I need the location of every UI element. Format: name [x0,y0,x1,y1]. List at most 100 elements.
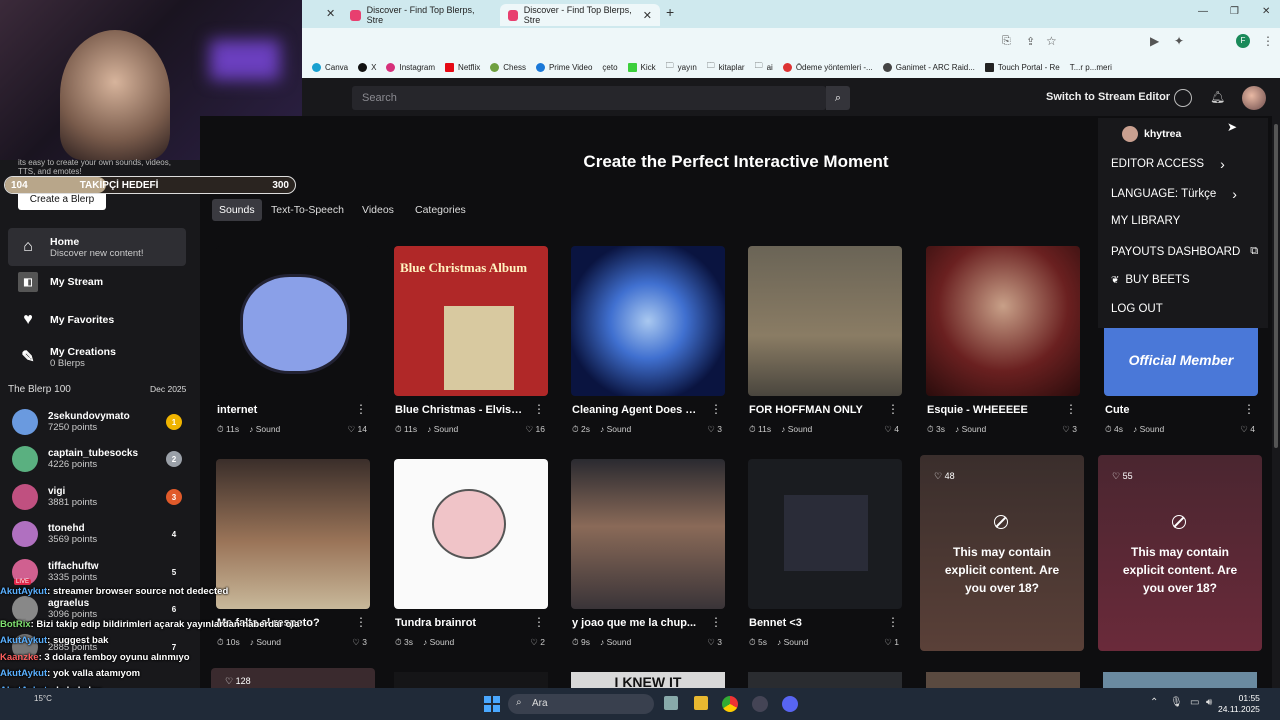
bookmark-netflix[interactable]: Netflix [445,62,480,72]
bookmark-odeme[interactable]: Ödeme yöntemleri -... [782,62,873,72]
card-thumbnail[interactable] [926,672,1080,688]
more-options-icon[interactable]: ⋮ [887,615,899,629]
tab-videos[interactable]: Videos [355,199,401,221]
sidebar-item-my-favorites[interactable]: ♥ My Favorites [8,301,186,339]
new-tab-button[interactable]: + [666,4,674,20]
menu-item-buy-beets[interactable]: ❦ BUY BEETS [1111,274,1190,286]
sidebar-item-my-creations[interactable]: ✎ My Creations 0 Blerps [8,338,186,376]
browser-menu-icon[interactable]: ⋮ [1262,34,1274,48]
more-options-icon[interactable]: ⋮ [1065,402,1077,416]
more-options-icon[interactable]: ⋮ [710,615,722,629]
tab-sounds[interactable]: Sounds [212,199,262,221]
card-thumbnail[interactable] [748,672,902,688]
share-icon[interactable]: ⇪ [1026,35,1035,48]
blerp-card[interactable]: Blue Christmas Album Blue Christmas - El… [389,242,549,438]
switch-to-stream-editor-button[interactable]: Switch to Stream Editor [1046,91,1170,103]
menu-item-log-out[interactable]: LOG OUT [1111,303,1163,315]
explicit-card[interactable]: ♡ 48 This may contain explicit content. … [920,455,1084,651]
more-options-icon[interactable]: ⋮ [533,615,545,629]
more-options-icon[interactable]: ⋮ [887,402,899,416]
close-tab-icon[interactable]: ✕ [643,9,652,22]
maximize-icon[interactable]: ❐ [1230,6,1239,17]
bookmark-ai[interactable]: 🗀 ai [755,60,773,74]
bookmark-ceto[interactable]: çeto [602,63,617,72]
card-thumbnail[interactable]: I KNEW IT [571,672,725,688]
search-input[interactable]: Search [352,86,826,110]
chrome-icon[interactable] [722,696,738,712]
weather-temp[interactable]: 15°C [34,694,52,703]
volume-icon[interactable] [1174,89,1192,107]
menu-item-my-library[interactable]: MY LIBRARY [1111,215,1180,227]
file-explorer-icon[interactable] [694,696,708,710]
chat-message: AkutAykut: suggest bak [0,635,109,646]
blerp-card[interactable]: FOR HOFFMAN ONLY ⋮ ⏱ 11s ♪ Sound ♡ 4 [743,242,903,438]
blerp-card[interactable]: Tundra brainrot ⋮ ⏱ 3s ♪ Sound ♡ 2 [389,455,549,651]
play-icon[interactable]: ▶ [1150,34,1159,48]
tab-categories[interactable]: Categories [408,199,473,221]
leaderboard-date[interactable]: Dec 2025 [150,384,186,394]
leaderboard-row[interactable]: ttonehd 3569 points 4 [12,518,188,550]
card-thumbnail[interactable] [394,672,548,688]
close-window-icon[interactable]: ✕ [1262,6,1270,17]
blerp-card[interactable]: Cleaning Agent Does O... ⋮ ⏱ 2s ♪ Sound ♡ … [566,242,726,438]
menu-item-payouts-dashboard[interactable]: PAYOUTS DASHBOARD ⧉ [1111,245,1258,258]
menu-item-editor-access[interactable]: EDITOR ACCESS › [1111,156,1225,172]
profile-icon[interactable]: F [1236,34,1250,48]
user-avatar[interactable] [1242,86,1266,110]
sidebar-item-my-stream[interactable]: ◧ My Stream [8,263,186,301]
bookmark-kitaplar[interactable]: 🗀 kitaplar [707,60,745,74]
browser-tab-2[interactable]: Discover - Find Top Blerps, Stre ✕ [500,4,660,26]
more-options-icon[interactable]: ⋮ [710,402,722,416]
minimize-icon[interactable]: — [1198,6,1208,17]
bookmark-touch-portal[interactable]: Touch Portal - Re [984,62,1060,72]
card-title: y joao que me la chup... [572,617,697,629]
bookmark-yayin[interactable]: 🗀 yayın [666,60,697,74]
card-thumbnail[interactable] [1103,672,1257,688]
windows-start-icon[interactable] [484,696,500,712]
scrollbar-thumb[interactable] [1274,124,1278,448]
microphone-icon[interactable]: 🎙︎ [1170,697,1183,708]
notification-bell-icon[interactable]: 🔔︎ [1210,90,1225,104]
taskbar-search[interactable]: ⌕ Ara [508,694,654,714]
bookmark-other[interactable]: T...r p...meri [1070,63,1112,72]
tray-chevron-icon[interactable]: ⌃ [1150,697,1158,708]
more-options-icon[interactable]: ⋮ [355,402,367,416]
bookmark-chess[interactable]: Chess [490,62,526,72]
tab-text-to-speech[interactable]: Text-To-Speech [264,199,351,221]
discord-icon[interactable] [782,696,798,712]
chat-message: AkutAykut: streamer browser source not d… [0,586,229,597]
leaderboard-row[interactable]: 2sekundovymato 7250 points 1 [12,406,188,438]
bookmark-ganimet[interactable]: Ganimet - ARC Raid... [882,62,975,72]
taskbar-clock[interactable]: 01:55 24.11.2025 [1218,693,1260,715]
leaderboard-row[interactable]: vigi 3881 points 3 [12,481,188,513]
more-options-icon[interactable]: ⋮ [533,402,545,416]
blerp-card[interactable]: internet ⋮ ⏱ 11s ♪ Sound ♡ 14 [211,242,371,438]
translate-icon[interactable]: ⎘ [1002,35,1011,48]
bookmark-instagram[interactable]: Instagram [386,62,435,72]
speaker-icon[interactable]: 🔊︎ [1206,697,1212,708]
bookmarks-bar: Canva X Instagram Netflix Chess Prime Vi… [302,56,1280,78]
bookmark-prime-video[interactable]: Prime Video [535,62,592,72]
bookmark-x[interactable]: X [358,62,376,72]
app-icon[interactable] [752,696,768,712]
extensions-icon[interactable]: ✦ [1174,34,1184,48]
leaderboard-row[interactable]: captain_tubesocks 4226 points 2 [12,443,188,475]
leaderboard-title: The Blerp 100 [8,384,71,395]
bookmark-star-icon[interactable]: ☆ [1046,34,1057,48]
more-options-icon[interactable]: ⋮ [355,615,367,629]
browser-tab-1[interactable]: Discover - Find Top Blerps, Stre [342,4,497,26]
task-view-icon[interactable] [664,696,678,710]
blerp-card[interactable]: Bennet <3 ⋮ ⏱ 5s ♪ Sound ♡ 1 [743,455,903,651]
close-tab-icon[interactable]: ✕ [326,7,335,20]
sidebar-item-home[interactable]: ⌂ Home Discover new content! [8,228,186,266]
explicit-card[interactable]: ♡ 55 This may contain explicit content. … [1098,455,1262,651]
bookmark-kick[interactable]: Kick [627,62,656,72]
bookmark-canva[interactable]: Canva [312,62,348,72]
card-title: Bennet <3 [749,617,802,629]
blerp-card[interactable]: Esquie - WHEEEEE ⋮ ⏱ 3s ♪ Sound ♡ 3 [921,242,1081,438]
menu-item-language[interactable]: LANGUAGE: Türkçe › [1111,186,1237,202]
network-icon[interactable]: ▭ [1190,697,1199,708]
more-options-icon[interactable]: ⋮ [1243,402,1255,416]
blerp-card[interactable]: y joao que me la chup... ⋮ ⏱ 9s ♪ Sound ♡ … [566,455,726,651]
search-button[interactable]: ⌕ [826,86,850,110]
